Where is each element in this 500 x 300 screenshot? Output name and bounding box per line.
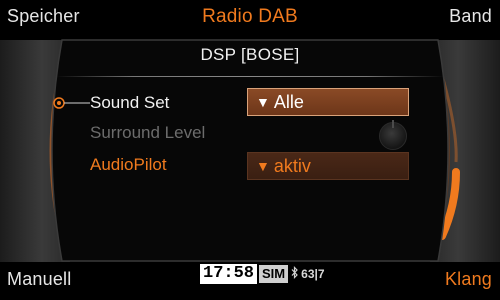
selection-marker-icon bbox=[53, 97, 90, 109]
audiopilot-select[interactable]: ▼ aktiv bbox=[247, 152, 409, 180]
mmi-screen: Speicher Radio DAB Band DSP [BOSE] Sound… bbox=[0, 0, 500, 300]
softkey-klang[interactable]: Klang bbox=[445, 269, 492, 290]
bluetooth-icon bbox=[291, 266, 299, 282]
audiopilot-value: aktiv bbox=[273, 156, 311, 176]
dropdown-triangle-icon: ▼ bbox=[256, 158, 270, 174]
sound-set-value: Alle bbox=[273, 92, 304, 112]
panel-frame bbox=[51, 39, 449, 262]
panel-title: DSP [BOSE] bbox=[200, 45, 300, 64]
signal-indicator: 63|7 bbox=[301, 267, 325, 281]
dsp-menu-panel: DSP [BOSE] Sound Set ▼ Alle Surround Leve… bbox=[40, 38, 460, 263]
sound-set-select[interactable]: ▼ Alle bbox=[247, 88, 409, 116]
surround-level-knob-icon bbox=[379, 120, 407, 150]
sim-badge: SIM bbox=[259, 265, 289, 283]
softkey-band[interactable]: Band bbox=[449, 6, 492, 27]
status-bar: 17:58 SIM 63|7 bbox=[200, 264, 325, 284]
audiopilot-label[interactable]: AudioPilot bbox=[90, 155, 167, 175]
surround-level-label: Surround Level bbox=[90, 123, 206, 142]
clock: 17:58 bbox=[200, 264, 258, 284]
softkey-manuell[interactable]: Manuell bbox=[7, 269, 71, 290]
screen-title: Radio DAB bbox=[202, 6, 298, 27]
dropdown-triangle-icon: ▼ bbox=[256, 94, 270, 110]
title-divider bbox=[56, 76, 444, 77]
sound-set-label[interactable]: Sound Set bbox=[90, 93, 169, 113]
